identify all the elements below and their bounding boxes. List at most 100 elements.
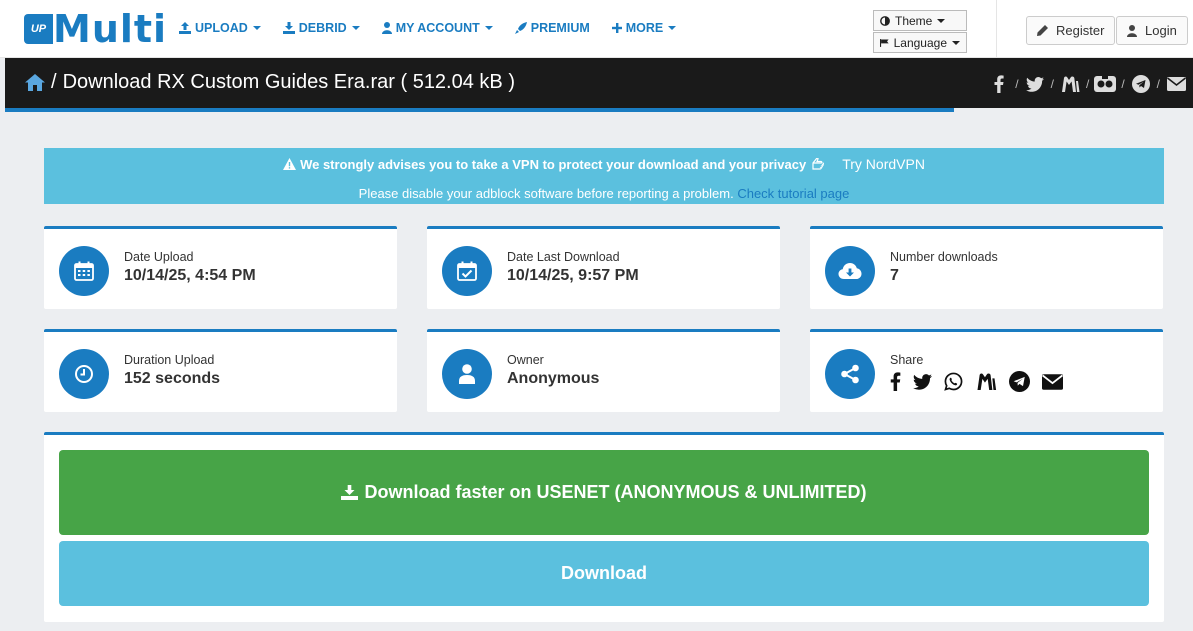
login-button[interactable]: Login — [1116, 16, 1188, 45]
nav-more[interactable]: MORE — [611, 21, 677, 35]
nav-my-account[interactable]: MY ACCOUNT — [381, 21, 493, 35]
rocket-icon — [514, 22, 527, 34]
social-separator: / — [1050, 77, 1054, 91]
whatsapp-icon[interactable] — [944, 372, 963, 391]
register-button[interactable]: Register — [1026, 16, 1116, 45]
telegram-icon[interactable] — [1009, 371, 1030, 392]
download-button[interactable]: Download — [59, 541, 1149, 606]
navbar-divider — [996, 0, 997, 58]
card-date-last-download: Date Last Download 10/14/25, 9:57 PM — [427, 226, 780, 309]
check-tutorial-link[interactable]: Check tutorial page — [737, 186, 849, 201]
nav-account-label: MY ACCOUNT — [395, 21, 480, 35]
title-bar: / Download RX Custom Guides Era.rar ( 51… — [5, 58, 1193, 108]
duration-upload-value: 152 seconds — [124, 370, 221, 387]
download-icon — [341, 485, 359, 500]
nav-upload-label: UPLOAD — [195, 21, 248, 35]
vpn-alert-line: We strongly advises you to take a VPN to… — [44, 156, 1164, 172]
download-panel: Download faster on USENET (ANONYMOUS & U… — [44, 432, 1164, 622]
theme-language-group: Theme Language — [873, 10, 967, 53]
download-label: Download — [561, 563, 647, 583]
telegram-icon[interactable] — [1129, 74, 1153, 94]
chevron-down-icon — [952, 40, 960, 45]
download-icon — [282, 22, 295, 34]
nav-premium[interactable]: PREMIUM — [514, 21, 590, 35]
card-duration-upload: Duration Upload 152 seconds — [44, 329, 397, 412]
number-downloads-label: Number downloads — [890, 250, 998, 264]
envelope-icon[interactable] — [1164, 74, 1188, 94]
date-last-download-label: Date Last Download — [507, 250, 620, 264]
navbar: UP Multi UPLOAD DEBRID MY ACCOUNT PREMIU… — [0, 0, 1193, 58]
share-icon — [825, 349, 875, 399]
mix-icon[interactable] — [975, 373, 997, 390]
chevron-down-icon — [351, 26, 360, 30]
half-circle-icon — [880, 15, 890, 26]
home-icon[interactable] — [25, 74, 45, 91]
chevron-down-icon — [937, 18, 946, 23]
logo[interactable]: UP Multi — [24, 7, 168, 51]
social-separator: / — [1085, 77, 1090, 91]
facebook-icon[interactable] — [987, 74, 1011, 94]
number-downloads-value: 7 — [890, 267, 899, 284]
upload-icon — [179, 22, 191, 34]
nav-debrid[interactable]: DEBRID — [282, 21, 360, 35]
nav-premium-label: PREMIUM — [530, 21, 590, 35]
twitter-icon[interactable] — [913, 373, 932, 390]
adblock-note: Please disable your adblock software bef… — [44, 186, 1164, 201]
language-button[interactable]: Language — [873, 32, 967, 53]
envelope-icon[interactable] — [1042, 373, 1063, 390]
vpn-alert: We strongly advises you to take a VPN to… — [44, 148, 1164, 204]
title-progress-bar — [5, 108, 954, 112]
share-label: Share — [890, 353, 924, 367]
social-separator: / — [1015, 77, 1019, 91]
plus-icon — [611, 23, 622, 33]
nav-more-label: MORE — [625, 21, 664, 35]
share-icons — [890, 371, 1063, 392]
flag-icon — [880, 38, 889, 47]
card-share: Share — [810, 329, 1163, 412]
page-title: / Download RX Custom Guides Era.rar ( 51… — [25, 71, 515, 94]
owner-label: Owner — [507, 353, 544, 367]
facebook-icon[interactable] — [890, 372, 901, 391]
adblock-note-text: Please disable your adblock software bef… — [358, 186, 734, 201]
calendar-check-icon — [442, 246, 492, 296]
date-upload-value: 10/14/25, 4:54 PM — [124, 267, 256, 284]
chevron-down-icon — [252, 26, 261, 30]
card-number-downloads: Number downloads 7 — [810, 226, 1163, 309]
twitter-icon[interactable] — [1023, 74, 1047, 94]
card-date-upload: Date Upload 10/14/25, 4:54 PM — [44, 226, 397, 309]
logo-up-badge: UP — [24, 14, 53, 44]
hand-pointer-icon — [812, 158, 825, 170]
pencil-icon — [1037, 25, 1048, 36]
card-owner: Owner Anonymous — [427, 329, 780, 412]
calendar-icon — [59, 246, 109, 296]
main-nav: UPLOAD DEBRID MY ACCOUNT PREMIUM MORE — [179, 21, 698, 35]
try-nordvpn-link[interactable]: Try NordVPN — [842, 156, 925, 172]
date-upload-label: Date Upload — [124, 250, 194, 264]
login-label: Login — [1145, 23, 1177, 38]
language-label: Language — [893, 35, 947, 50]
owner-value: Anonymous — [507, 370, 600, 387]
download-usenet-label: Download faster on USENET (ANONYMOUS & U… — [364, 482, 867, 502]
cloud-download-icon — [825, 246, 875, 296]
nav-debrid-label: DEBRID — [298, 21, 347, 35]
warning-icon — [283, 158, 297, 170]
logo-text: Multi — [53, 7, 168, 51]
title-filename: Download RX Custom Guides Era.rar ( 512.… — [62, 71, 515, 93]
download-usenet-button[interactable]: Download faster on USENET (ANONYMOUS & U… — [59, 450, 1149, 535]
user-icon — [442, 349, 492, 399]
user-icon — [1127, 24, 1137, 37]
chevron-down-icon — [484, 26, 493, 30]
duration-upload-label: Duration Upload — [124, 353, 215, 367]
theme-button[interactable]: Theme — [873, 10, 967, 31]
vk-icon[interactable] — [1093, 74, 1117, 94]
chevron-down-icon — [668, 26, 677, 30]
register-label: Register — [1056, 23, 1105, 38]
social-separator: / — [1156, 77, 1160, 91]
date-last-download-value: 10/14/25, 9:57 PM — [507, 267, 639, 284]
theme-label: Theme — [895, 13, 933, 28]
social-separator: / — [1121, 77, 1125, 91]
mix-icon[interactable] — [1058, 74, 1082, 94]
user-icon — [381, 22, 392, 34]
nav-upload[interactable]: UPLOAD — [179, 21, 261, 35]
social-links-top: / / / / / — [987, 74, 1188, 94]
